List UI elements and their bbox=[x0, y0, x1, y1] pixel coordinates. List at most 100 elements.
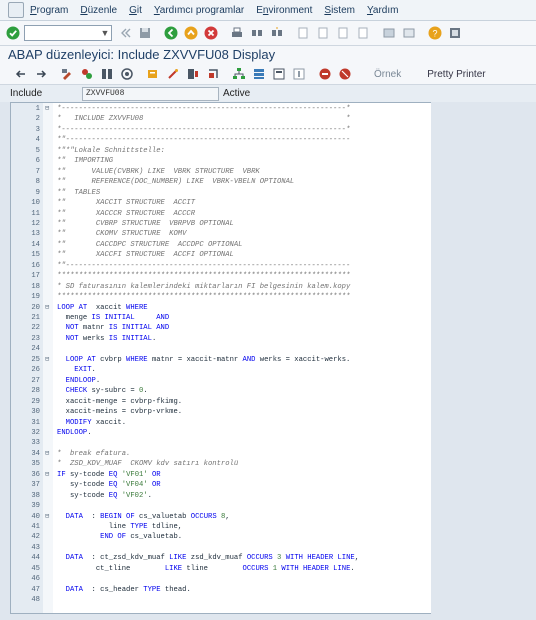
code-line[interactable]: 14 *" CACCDPC STRUCTURE ACCDPC OPTIONAL bbox=[11, 240, 431, 250]
stack-icon[interactable] bbox=[252, 67, 266, 81]
fold-toggle-icon[interactable]: ⊟ bbox=[45, 303, 49, 313]
code-line[interactable]: 21 menge IS INITIAL AND bbox=[11, 313, 431, 323]
code-line[interactable]: 40 ⊟ DATA : BEGIN OF cs_valuetab OCCURS 8… bbox=[11, 512, 431, 522]
code-line[interactable]: 4 *"-------------------------------------… bbox=[11, 135, 431, 145]
include-name-field[interactable]: ZXVVFU08 bbox=[82, 86, 219, 101]
ornek-button[interactable]: Örnek bbox=[374, 69, 401, 80]
display-change-icon[interactable] bbox=[60, 67, 74, 81]
info-icon[interactable] bbox=[292, 67, 306, 81]
code-line[interactable]: 11 *" XACCCR STRUCTURE ACCCR bbox=[11, 209, 431, 219]
fold-toggle-icon[interactable]: ⊟ bbox=[45, 355, 49, 365]
code-line[interactable]: 36 ⊟ IF sy-tcode EQ 'VF01' OR bbox=[11, 470, 431, 480]
navigation-window-icon[interactable] bbox=[186, 67, 200, 81]
menu-git[interactable]: Git bbox=[129, 5, 142, 16]
fold-toggle-icon[interactable]: ⊟ bbox=[45, 512, 49, 522]
sap-menu-icon[interactable] bbox=[8, 2, 24, 18]
command-field[interactable]: ▼ bbox=[24, 25, 112, 41]
enhance-icon[interactable] bbox=[206, 67, 220, 81]
hierarchy-icon[interactable] bbox=[232, 67, 246, 81]
code-line[interactable]: 41 line TYPE tdline, bbox=[11, 522, 431, 532]
breakpoint-icon[interactable] bbox=[318, 67, 332, 81]
customize-layout-icon[interactable] bbox=[448, 26, 462, 40]
code-line[interactable]: 37 sy-tcode EQ 'VF04' OR bbox=[11, 480, 431, 490]
save-icon[interactable] bbox=[138, 26, 152, 40]
print-icon[interactable] bbox=[230, 26, 244, 40]
arrow-left-icon[interactable] bbox=[14, 67, 28, 81]
code-line[interactable]: 34 ⊟ * break efatura. bbox=[11, 449, 431, 459]
code-line[interactable]: 1 ⊟ *-------------------------------------… bbox=[11, 104, 431, 114]
where-used-icon[interactable] bbox=[146, 67, 160, 81]
active-inactive-icon[interactable] bbox=[80, 67, 94, 81]
first-page-icon[interactable] bbox=[296, 26, 310, 40]
code-line[interactable]: 27 ENDLOOP. bbox=[11, 376, 431, 386]
code-line[interactable]: 43 bbox=[11, 543, 431, 553]
pretty-printer-button[interactable]: Pretty Printer bbox=[427, 69, 485, 80]
code-editor[interactable]: 1 ⊟ *-------------------------------------… bbox=[10, 102, 432, 614]
next-page-icon[interactable] bbox=[336, 26, 350, 40]
code-line[interactable]: 33 bbox=[11, 438, 431, 448]
code-line[interactable]: 18 * SD faturasının kalemlerindeki miktar… bbox=[11, 282, 431, 292]
find-icon[interactable] bbox=[250, 26, 264, 40]
code-line[interactable]: 32 ENDLOOP. bbox=[11, 428, 431, 438]
code-line[interactable]: 39 bbox=[11, 501, 431, 511]
code-line[interactable]: 30 xaccit-meins = cvbrp-vrkme. bbox=[11, 407, 431, 417]
menu-yardim[interactable]: Yardım bbox=[367, 5, 399, 16]
layout-icon[interactable] bbox=[272, 67, 286, 81]
code-line[interactable]: 3 *--------------------------------------… bbox=[11, 125, 431, 135]
exit-icon[interactable] bbox=[184, 26, 198, 40]
code-line[interactable]: 23 NOT werks IS INITIAL. bbox=[11, 334, 431, 344]
arrow-right-icon[interactable] bbox=[34, 67, 48, 81]
fold-toggle-icon[interactable]: ⊟ bbox=[45, 104, 49, 114]
menu-sistem[interactable]: Sistem bbox=[324, 5, 355, 16]
fold-toggle-icon[interactable]: ⊟ bbox=[45, 470, 49, 480]
code-line[interactable]: 26 EXIT. bbox=[11, 365, 431, 375]
code-line[interactable]: 6 *" IMPORTING bbox=[11, 156, 431, 166]
cancel-icon[interactable] bbox=[204, 26, 218, 40]
code-line[interactable]: 35 * ZSD_KDV_MUAF CKOMV kdv satırı kontro… bbox=[11, 459, 431, 469]
external-breakpoint-icon[interactable] bbox=[338, 67, 352, 81]
menu-environment[interactable]: Environment bbox=[256, 5, 312, 16]
check-object-icon[interactable] bbox=[100, 67, 114, 81]
help-icon[interactable]: ? bbox=[428, 26, 442, 40]
find-next-icon[interactable] bbox=[270, 26, 284, 40]
code-line[interactable]: 9 *" TABLES bbox=[11, 188, 431, 198]
code-line[interactable]: 31 MODIFY xaccit. bbox=[11, 418, 431, 428]
code-line[interactable]: 38 sy-tcode EQ 'VF02'. bbox=[11, 491, 431, 501]
code-line[interactable]: 10 *" XACCIT STRUCTURE ACCIT bbox=[11, 198, 431, 208]
previous-page-icon[interactable] bbox=[316, 26, 330, 40]
code-line[interactable]: 45 ct_tline LIKE tline OCCURS 1 WITH HEA… bbox=[11, 564, 431, 574]
code-line[interactable]: 8 *" REFERENCE(DOC_NUMBER) LIKE VBRK-VBEL… bbox=[11, 177, 431, 187]
code-line[interactable]: 5 *"*"Lokale Schnittstelle: bbox=[11, 146, 431, 156]
fold-toggle-icon[interactable]: ⊟ bbox=[45, 449, 49, 459]
code-line[interactable]: 12 *" CVBRP STRUCTURE VBRPVB OPTIONAL bbox=[11, 219, 431, 229]
menu-yardimci-programlar[interactable]: Yardımcı programlar bbox=[154, 5, 244, 16]
code-line[interactable]: 17 **************************************… bbox=[11, 271, 431, 281]
code-line[interactable]: 15 *" XACCFI STRUCTURE ACCFI OPTIONAL bbox=[11, 250, 431, 260]
object-list-icon[interactable] bbox=[166, 67, 180, 81]
code-line[interactable]: 25 ⊟ LOOP AT cvbrp WHERE matnr = xaccit-m… bbox=[11, 355, 431, 365]
code-line[interactable]: 47 DATA : cs_header TYPE thead. bbox=[11, 585, 431, 595]
menu-program[interactable]: Program bbox=[30, 5, 68, 16]
activate-icon[interactable] bbox=[120, 67, 134, 81]
arrow-left-double-icon[interactable] bbox=[118, 26, 132, 40]
menu-duzenle[interactable]: Düzenle bbox=[80, 5, 117, 16]
code-line[interactable]: 13 *" CKOMV STRUCTURE KOMV bbox=[11, 229, 431, 239]
code-line[interactable]: 28 CHECK sy-subrc = 0. bbox=[11, 386, 431, 396]
chevron-down-icon[interactable]: ▼ bbox=[100, 27, 110, 39]
code-line[interactable]: 44 DATA : ct_zsd_kdv_muaf LIKE zsd_kdv_m… bbox=[11, 553, 431, 563]
code-line[interactable]: 7 *" VALUE(CVBRK) LIKE VBRK STRUCTURE VBR… bbox=[11, 167, 431, 177]
code-line[interactable]: 20 ⊟ LOOP AT xaccit WHERE bbox=[11, 303, 431, 313]
last-page-icon[interactable] bbox=[356, 26, 370, 40]
new-session-icon[interactable] bbox=[382, 26, 396, 40]
code-line[interactable]: 2 * INCLUDE ZXVVFU08 * bbox=[11, 114, 431, 124]
code-line[interactable]: 22 NOT matnr IS INITIAL AND bbox=[11, 323, 431, 333]
code-line[interactable]: 16 *"------------------------------------… bbox=[11, 261, 431, 271]
code-line[interactable]: 29 xaccit-menge = cvbrp-fkimg. bbox=[11, 397, 431, 407]
code-line[interactable]: 24 bbox=[11, 344, 431, 354]
code-line[interactable]: 48 bbox=[11, 595, 431, 605]
code-line[interactable]: 19 **************************************… bbox=[11, 292, 431, 302]
enter-check-icon[interactable] bbox=[6, 26, 20, 40]
back-icon[interactable] bbox=[164, 26, 178, 40]
code-line[interactable]: 46 bbox=[11, 574, 431, 584]
code-line[interactable]: 42 END OF cs_valuetab. bbox=[11, 532, 431, 542]
